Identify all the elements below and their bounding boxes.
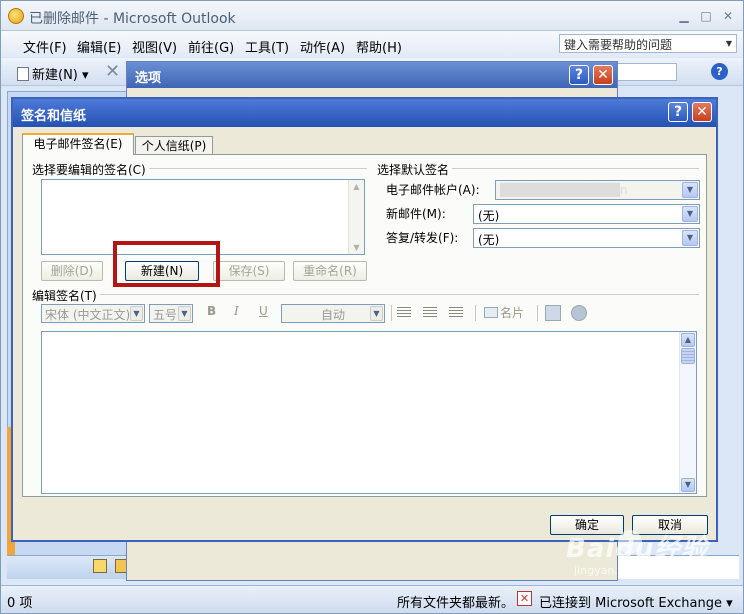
notes-icon[interactable] [93, 559, 107, 573]
edit-signature-label: 编辑签名(T) [32, 287, 100, 304]
insert-hyperlink-icon[interactable] [571, 305, 587, 321]
account-label: 电子邮件帐户(A): [386, 183, 480, 197]
tab-personal-stationery[interactable]: 个人信纸(P) [135, 136, 213, 155]
font-size-value: 五号 [153, 308, 178, 322]
signatures-dialog: 签名和信纸 ? ✕ 电子邮件签名(E) 个人信纸(P) 选择要编辑的签名(C) … [11, 97, 718, 542]
font-select[interactable]: 宋体 (中文正文) ▼ [41, 304, 145, 323]
signatures-close-icon[interactable]: ✕ [692, 102, 712, 122]
underline-button[interactable]: U [259, 304, 268, 318]
signature-list[interactable]: ▲ ▼ [41, 179, 365, 255]
font-value: 宋体 (中文正文) [45, 308, 131, 322]
signatures-dialog-title: 签名和信纸 [21, 109, 87, 124]
delete-button[interactable]: 删除(D) [41, 261, 103, 281]
replies-value: (无) [478, 233, 500, 247]
chevron-down-icon[interactable]: ▼ [370, 306, 383, 321]
scroll-up-icon[interactable]: ▲ [681, 333, 695, 347]
insert-picture-icon[interactable] [545, 305, 561, 321]
toolbar-new-button[interactable]: 新建(N) ▾ [17, 64, 89, 83]
status-folders-updated: 所有文件夹都最新。 [397, 596, 515, 611]
toolbar-separator [391, 305, 392, 321]
options-close-icon[interactable]: ✕ [593, 65, 613, 85]
menu-actions[interactable]: 动作(A) [300, 37, 345, 56]
new-messages-value: (无) [478, 209, 500, 223]
business-card-button[interactable]: 名片 [484, 304, 524, 321]
default-signature-label: 选择默认签名 [377, 161, 453, 178]
watermark-main-text: Baidu经验 [566, 534, 709, 564]
align-left-icon[interactable] [397, 307, 411, 319]
menu-go[interactable]: 前往(G) [188, 37, 234, 56]
replies-label: 答复/转发(F): [386, 231, 459, 245]
new-item-icon [17, 67, 29, 81]
options-titlebar: 选项 ? ✕ [127, 62, 617, 88]
chevron-down-icon[interactable]: ▼ [682, 206, 698, 222]
maximize-icon[interactable]: □ [697, 9, 715, 23]
replies-select[interactable]: (无) ▼ [473, 228, 700, 248]
help-search-input[interactable]: 键入需要帮助的问题 ▼ [559, 34, 737, 53]
account-value: █████████████n [500, 183, 628, 197]
divider [37, 294, 699, 295]
toolbar-dropdown[interactable] [617, 63, 677, 81]
options-help-icon[interactable]: ? [569, 65, 589, 85]
toolbar-new-label: 新建(N) [32, 68, 78, 83]
chevron-down-icon[interactable]: ▼ [130, 306, 143, 321]
new-signature-button[interactable]: 新建(N) [125, 261, 199, 281]
chevron-down-icon[interactable]: ▼ [682, 230, 698, 246]
chevron-down-icon[interactable]: ▼ [722, 35, 736, 52]
scroll-down-icon[interactable]: ▼ [681, 478, 695, 492]
watermark-sub-text: jingyan.baidu.com [574, 564, 676, 577]
business-card-label: 名片 [500, 306, 525, 320]
signature-list-scrollbar[interactable]: ▲ ▼ [348, 180, 364, 254]
signatures-titlebar: 签名和信纸 ? ✕ [13, 99, 716, 127]
italic-button[interactable]: I [234, 304, 239, 318]
rename-button[interactable]: 重命名(R) [293, 261, 367, 281]
outlook-window-title: 已删除邮件 - Microsoft Outlook [29, 11, 236, 27]
menu-tools[interactable]: 工具(T) [245, 37, 289, 56]
delete-icon[interactable]: ✕ [105, 61, 120, 82]
menu-edit[interactable]: 编辑(E) [77, 37, 121, 56]
exchange-connection-icon: ✕ [517, 591, 532, 606]
menu-view[interactable]: 视图(V) [132, 37, 177, 56]
outlook-app-icon [8, 8, 24, 24]
font-color-value: 自动 [320, 308, 345, 322]
font-color-select[interactable]: 自动 ▼ [281, 304, 385, 323]
minimize-icon[interactable]: ▁ [675, 9, 693, 23]
chevron-down-icon[interactable]: ▼ [682, 182, 698, 198]
toolbar-separator [537, 305, 538, 321]
menu-file[interactable]: 文件(F) [23, 37, 67, 56]
save-button[interactable]: 保存(S) [213, 261, 285, 281]
chevron-down-icon[interactable]: ▼ [178, 306, 191, 321]
signature-editor[interactable]: ▲ ▼ [41, 331, 697, 494]
business-card-icon [484, 307, 498, 318]
signatures-help-icon[interactable]: ? [668, 102, 688, 122]
close-icon[interactable]: ✕ [719, 9, 737, 23]
help-search-placeholder: 键入需要帮助的问题 [564, 38, 673, 52]
help-icon[interactable]: ? [711, 63, 728, 80]
outlook-titlebar: 已删除邮件 - Microsoft Outlook ▁ □ ✕ [1, 1, 743, 31]
align-right-icon[interactable] [449, 307, 463, 319]
scroll-down-icon[interactable]: ▼ [351, 243, 362, 252]
status-item-count: 0 项 [7, 596, 33, 611]
menu-help[interactable]: 帮助(H) [356, 37, 402, 56]
status-exchange-connection[interactable]: 已连接到 Microsoft Exchange ▾ [539, 592, 733, 611]
new-messages-label: 新邮件(M): [386, 207, 446, 221]
toolbar-separator [475, 305, 476, 321]
tab-email-signature[interactable]: 电子邮件签名(E) [22, 133, 134, 155]
status-bar: 0 项 所有文件夹都最新。 ✕ 已连接到 Microsoft Exchange … [1, 585, 743, 613]
font-size-select[interactable]: 五号 ▼ [149, 304, 193, 323]
editor-toolbar: 宋体 (中文正文) ▼ 五号 ▼ B I U 自动 ▼ 名片 [41, 304, 701, 326]
new-messages-select[interactable]: (无) ▼ [473, 204, 700, 224]
account-select[interactable]: █████████████n ▼ [495, 180, 700, 200]
bold-button[interactable]: B [207, 304, 216, 318]
signature-editor-scrollbar[interactable]: ▲ ▼ [679, 332, 696, 493]
select-signature-label: 选择要编辑的签名(C) [32, 161, 149, 178]
options-dialog-title: 选项 [135, 71, 162, 86]
align-center-icon[interactable] [423, 307, 437, 319]
scrollbar-thumb[interactable] [681, 348, 695, 364]
baidu-watermark: Baidu经验 jingyan.baidu.com [566, 524, 736, 586]
scroll-up-icon[interactable]: ▲ [351, 182, 362, 191]
